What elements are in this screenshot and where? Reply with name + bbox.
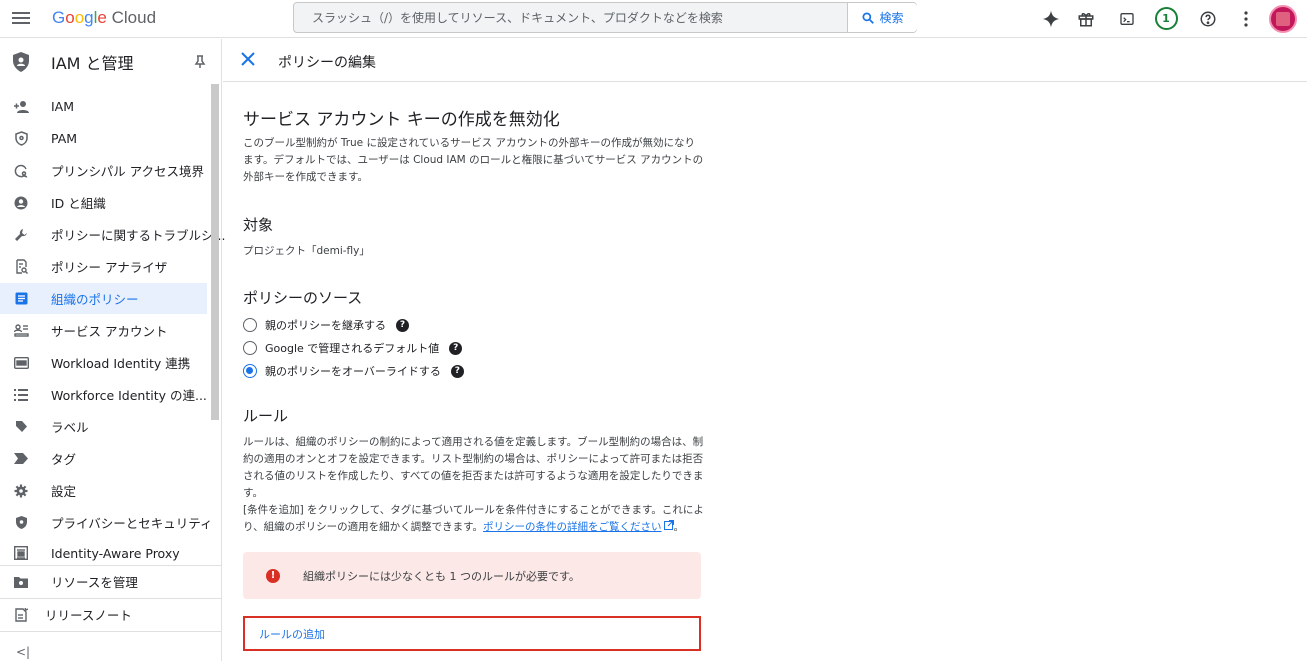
search-icon <box>862 11 875 24</box>
account-circle-icon <box>13 195 29 211</box>
person-add-icon <box>13 99 29 115</box>
sidebar-item-workforce-identity-federation[interactable]: Workforce Identity の連... <box>0 379 207 410</box>
sidebar-item-workload-identity-federation[interactable]: Workload Identity 連携 <box>0 347 207 378</box>
sidebar-item-principal-access-boundary[interactable]: プリンシパル アクセス境界 <box>0 155 207 186</box>
gift-icon[interactable] <box>1074 7 1098 31</box>
notifications-badge[interactable]: 1 <box>1153 5 1179 31</box>
shield-icon <box>13 515 29 531</box>
radio-button-selected[interactable] <box>243 364 257 378</box>
rules-heading: ルール <box>243 407 289 425</box>
shield-icon <box>13 52 29 72</box>
search-input[interactable] <box>294 3 847 32</box>
list-icon <box>13 387 29 403</box>
sidebar-item-pam[interactable]: PAM <box>0 123 207 154</box>
radio-inherit-parent[interactable]: 親のポリシーを継承する ? <box>243 316 409 334</box>
google-cloud-logo[interactable]: Google Cloud <box>52 8 156 28</box>
gemini-sparkle-icon[interactable] <box>1039 7 1063 31</box>
policy-conditions-link[interactable]: ポリシーの条件の詳細をご覧ください <box>483 521 662 533</box>
rules-conditions-description: [条件を追加] をクリックして、タグに基づいてルールを条件付きにすることができま… <box>243 504 704 533</box>
sidebar-item-labels[interactable]: ラベル <box>0 411 207 442</box>
sidebar-item-manage-resources[interactable]: リソースを管理 <box>0 566 221 597</box>
constraint-title: サービス アカウント キーの作成を無効化 <box>243 110 560 130</box>
sidebar-scrollbar[interactable] <box>211 84 219 420</box>
close-icon[interactable] <box>240 51 258 69</box>
panel-header: ポリシーの編集 <box>223 39 1307 82</box>
pin-icon[interactable] <box>194 55 206 69</box>
sidebar-item-service-accounts[interactable]: サービス アカウント <box>0 315 207 346</box>
gear-icon <box>13 483 29 499</box>
document-icon <box>13 291 29 307</box>
sidebar-item-tags[interactable]: タグ <box>0 443 207 474</box>
search-bar: 検索 <box>293 2 917 33</box>
add-rule-label: ルールの追加 <box>259 627 325 641</box>
radio-override-parent[interactable]: 親のポリシーをオーバーライドする ? <box>243 362 464 380</box>
error-icon: ! <box>266 568 280 583</box>
avatar[interactable] <box>1268 4 1298 34</box>
top-bar: Google Cloud 検索 1 <box>0 0 1307 38</box>
sidebar-title: IAM と管理 <box>51 54 134 73</box>
error-message: 組織ポリシーには少なくとも 1 つのルールが必要です。 <box>303 569 580 583</box>
sidebar-item-privacy-security[interactable]: プライバシーとセキュリティ <box>0 507 213 538</box>
sidebar-item-identity-organization[interactable]: ID と組織 <box>0 187 207 218</box>
radio-google-default[interactable]: Google で管理されるデフォルト値 ? <box>243 339 463 357</box>
sidebar: IAM と管理 IAM PAM プリンシパル アクセス境界 ID と組織 ポリシ… <box>0 39 225 661</box>
id-card-icon <box>13 355 29 371</box>
sidebar-item-settings[interactable]: 設定 <box>0 475 207 506</box>
wrench-icon <box>13 227 29 243</box>
policy-source-heading: ポリシーのソース <box>243 289 363 307</box>
collapse-sidebar-icon[interactable]: <| <box>16 645 30 659</box>
service-account-icon <box>13 323 29 339</box>
help-icon[interactable]: ? <box>396 318 409 332</box>
sidebar-item-organization-policies[interactable]: 組織のポリシー <box>0 283 207 314</box>
rules-description: ルールは、組織のポリシーの制約によって適用される値を定義します。ブール型制約の場… <box>243 436 704 499</box>
sidebar-item-policy-troubleshooter[interactable]: ポリシーに関するトラブルシ... <box>0 219 225 250</box>
help-icon[interactable]: ? <box>450 364 464 378</box>
notes-icon <box>13 607 29 623</box>
radio-button[interactable] <box>243 341 257 355</box>
sidebar-item-release-notes[interactable]: リリースノート <box>0 599 221 630</box>
sidebar-item-iam[interactable]: IAM <box>0 91 207 122</box>
analyzer-icon <box>13 259 29 275</box>
search-button[interactable]: 検索 <box>847 3 917 32</box>
proxy-icon <box>13 545 29 561</box>
cloud-shell-icon[interactable] <box>1115 7 1139 31</box>
search-button-label: 検索 <box>879 11 904 25</box>
add-rule-button[interactable]: ルールの追加 <box>243 616 701 651</box>
error-banner: ! 組織ポリシーには少なくとも 1 つのルールが必要です。 <box>243 552 701 599</box>
label-icon <box>13 419 29 435</box>
sidebar-header: IAM と管理 <box>0 39 222 83</box>
sidebar-item-policy-analyzer[interactable]: ポリシー アナライザ <box>0 251 207 282</box>
target-heading: 対象 <box>243 216 274 234</box>
target-value: プロジェクト「demi-fly」 <box>243 245 370 257</box>
help-icon[interactable]: ? <box>449 341 463 355</box>
help-icon[interactable] <box>1196 7 1220 31</box>
folder-icon <box>13 574 29 590</box>
shield-icon <box>13 131 29 147</box>
panel-title: ポリシーの編集 <box>278 55 376 71</box>
sidebar-item-identity-aware-proxy[interactable]: Identity-Aware Proxy <box>0 539 207 567</box>
open-in-new-icon <box>663 520 674 530</box>
main-menu-button[interactable] <box>12 9 30 27</box>
sidebar-divider <box>0 631 222 632</box>
radio-button[interactable] <box>243 318 257 332</box>
constraint-description: このブール型制約が True に設定されているサービス アカウントの外部キーの作… <box>243 137 704 183</box>
more-vert-icon[interactable] <box>1234 7 1258 31</box>
tag-icon <box>13 451 29 467</box>
principal-boundary-icon <box>13 163 29 179</box>
